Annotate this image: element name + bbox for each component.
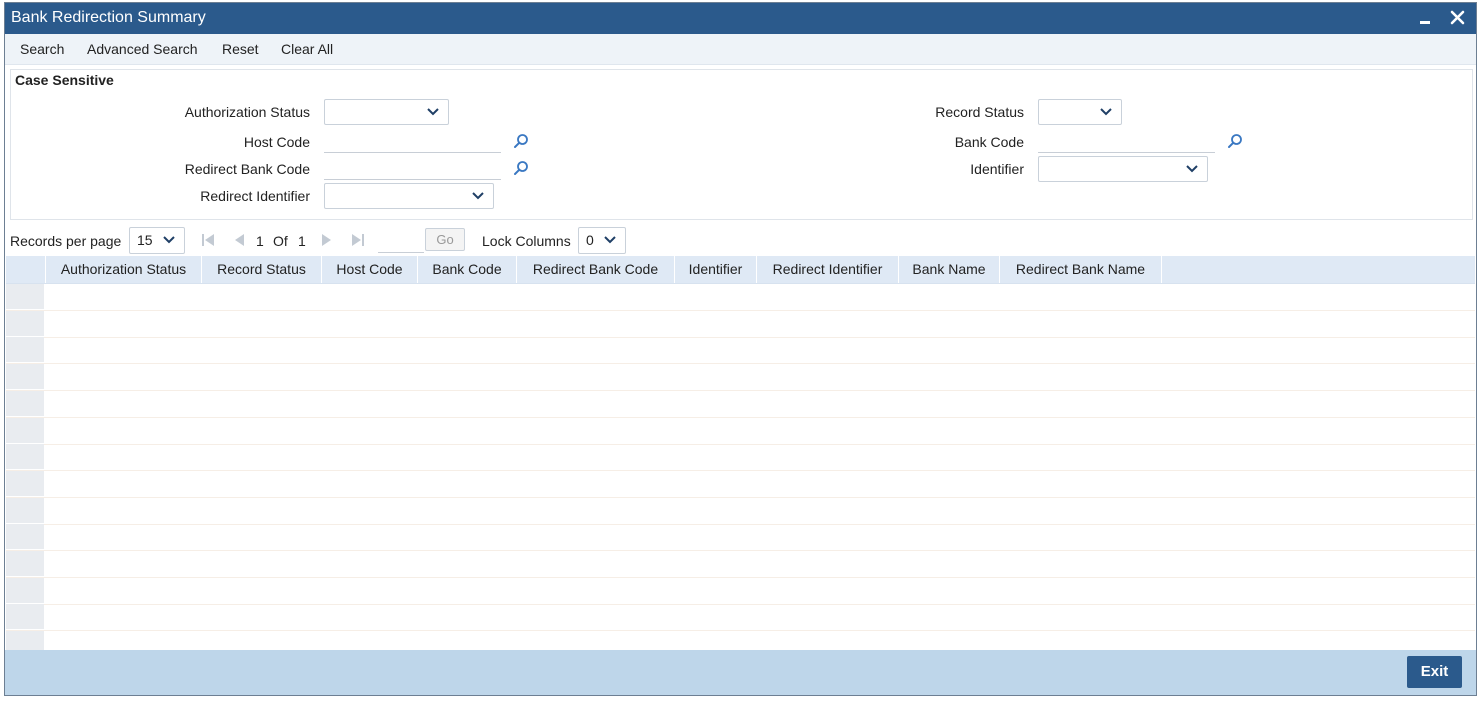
next-page-icon[interactable]: [321, 234, 333, 246]
row-selector[interactable]: [6, 524, 44, 551]
pagination-bar: Records per page 15 1 Of 1 Go Lock Colum…: [5, 225, 1476, 255]
of-label: Of: [273, 233, 288, 249]
host-code-search-icon[interactable]: [513, 133, 529, 149]
select-all-column[interactable]: [6, 256, 46, 283]
row-selector[interactable]: [6, 577, 44, 604]
records-per-page-value: 15: [137, 232, 153, 248]
identifier-label: Identifier: [970, 161, 1024, 177]
grid-header: Authorization Status Record Status Host …: [6, 256, 1475, 284]
row-selector[interactable]: [6, 417, 44, 444]
footer-bar: Exit: [5, 650, 1476, 695]
bank-code-input[interactable]: [1038, 129, 1215, 153]
table-row[interactable]: [6, 524, 1475, 552]
table-row[interactable]: [6, 337, 1475, 365]
reset-button[interactable]: Reset: [222, 41, 259, 57]
window-title: Bank Redirection Summary: [11, 9, 206, 26]
advanced-search-button[interactable]: Advanced Search: [87, 41, 198, 57]
summary-window: Bank Redirection Summary Search Advanced…: [4, 2, 1477, 696]
host-code-label: Host Code: [243, 134, 310, 150]
row-selector[interactable]: [6, 604, 44, 631]
table-row[interactable]: [6, 577, 1475, 605]
previous-page-icon[interactable]: [233, 234, 245, 246]
total-pages: 1: [298, 233, 306, 249]
row-selector[interactable]: [6, 337, 44, 364]
identifier-select[interactable]: [1038, 156, 1208, 182]
chevron-down-icon: [1186, 165, 1198, 173]
table-row[interactable]: [6, 284, 1475, 311]
minimize-icon[interactable]: [1416, 8, 1436, 28]
chevron-down-icon: [472, 192, 484, 200]
exit-button[interactable]: Exit: [1407, 656, 1462, 688]
lock-columns-label: Lock Columns: [482, 233, 571, 249]
table-row[interactable]: [6, 470, 1475, 498]
search-button[interactable]: Search: [20, 41, 64, 57]
bank-code-search-icon[interactable]: [1227, 133, 1243, 149]
chevron-down-icon: [163, 236, 175, 244]
table-row[interactable]: [6, 390, 1475, 418]
row-selector[interactable]: [6, 631, 44, 650]
redirect-bank-code-search-icon[interactable]: [513, 160, 529, 176]
current-page: 1: [256, 233, 264, 249]
chevron-down-icon: [1100, 108, 1112, 116]
record-status-select[interactable]: [1038, 99, 1122, 125]
go-button[interactable]: Go: [425, 228, 465, 251]
redirect-bank-code-label: Redirect Bank Code: [184, 161, 310, 177]
case-sensitive-legend: Case Sensitive: [15, 72, 118, 88]
row-selector[interactable]: [6, 497, 44, 524]
column-header-record-status[interactable]: Record Status: [202, 256, 322, 283]
results-grid: Authorization Status Record Status Host …: [6, 256, 1475, 650]
last-page-icon[interactable]: [351, 234, 365, 246]
table-row[interactable]: [6, 631, 1475, 650]
column-header-redirect-identifier[interactable]: Redirect Identifier: [757, 256, 899, 283]
column-header-redirect-bank-code[interactable]: Redirect Bank Code: [517, 256, 675, 283]
table-row[interactable]: [6, 497, 1475, 525]
lock-columns-value: 0: [586, 232, 594, 248]
column-header-identifier[interactable]: Identifier: [675, 256, 757, 283]
host-code-input[interactable]: [324, 129, 501, 153]
table-row[interactable]: [6, 444, 1475, 472]
redirect-identifier-label: Redirect Identifier: [200, 188, 310, 204]
row-selector[interactable]: [6, 284, 44, 310]
row-selector[interactable]: [6, 364, 44, 391]
table-row[interactable]: [6, 604, 1475, 632]
row-selector[interactable]: [6, 390, 44, 417]
authorization-status-select[interactable]: [324, 99, 449, 125]
chevron-down-icon: [427, 108, 439, 116]
go-to-page-input[interactable]: [378, 228, 424, 253]
records-per-page-label: Records per page: [10, 233, 122, 249]
clear-all-button[interactable]: Clear All: [281, 41, 333, 57]
row-selector[interactable]: [6, 470, 44, 497]
table-row[interactable]: [6, 417, 1475, 445]
first-page-icon[interactable]: [201, 234, 215, 246]
lock-columns-select[interactable]: 0: [578, 227, 626, 254]
row-selector[interactable]: [6, 310, 44, 337]
redirect-bank-code-input[interactable]: [324, 156, 501, 180]
row-selector[interactable]: [6, 551, 44, 577]
bank-code-label: Bank Code: [954, 134, 1024, 150]
record-status-label: Record Status: [935, 104, 1024, 120]
redirect-identifier-select[interactable]: [324, 183, 494, 209]
column-header-host-code[interactable]: Host Code: [322, 256, 418, 283]
chevron-down-icon: [604, 236, 616, 244]
authorization-status-label: Authorization Status: [184, 104, 310, 120]
table-row[interactable]: [6, 310, 1475, 338]
column-header-authorization-status[interactable]: Authorization Status: [46, 256, 202, 283]
close-icon[interactable]: [1448, 8, 1468, 28]
row-selector[interactable]: [6, 444, 44, 471]
column-header-redirect-bank-name[interactable]: Redirect Bank Name: [1000, 256, 1162, 283]
search-criteria-panel: Case Sensitive Authorization Status Host…: [10, 69, 1473, 220]
column-header-bank-code[interactable]: Bank Code: [418, 256, 517, 283]
records-per-page-select[interactable]: 15: [129, 227, 185, 254]
toolbar: Search Advanced Search Reset Clear All: [5, 34, 1476, 65]
column-header-bank-name[interactable]: Bank Name: [899, 256, 1000, 283]
title-bar: Bank Redirection Summary: [5, 3, 1476, 34]
table-row[interactable]: [6, 551, 1475, 578]
table-row[interactable]: [6, 364, 1475, 392]
